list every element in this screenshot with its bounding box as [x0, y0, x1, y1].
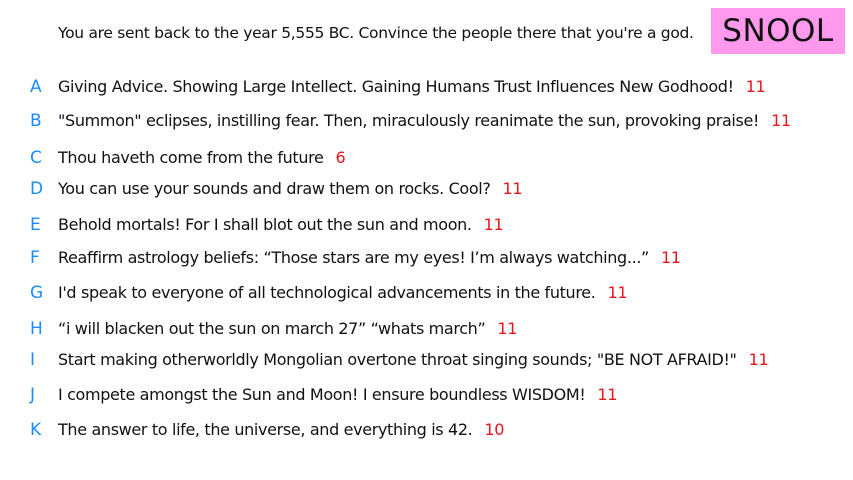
- answer-letter: F: [30, 248, 40, 268]
- answer-text: Behold mortals! For I shall blot out the…: [58, 215, 472, 234]
- prompt-text: You are sent back to the year 5,555 BC. …: [58, 24, 694, 42]
- answer-letter: E: [30, 215, 41, 235]
- answer-text-wrap: I compete amongst the Sun and Moon! I en…: [58, 382, 617, 408]
- answer-text: The answer to life, the universe, and ev…: [58, 420, 473, 439]
- answer-letter: J: [30, 385, 36, 405]
- answer-text-wrap: You can use your sounds and draw them on…: [58, 176, 523, 202]
- answer-text: I'd speak to everyone of all technologic…: [58, 283, 596, 302]
- answer-score: 11: [771, 111, 791, 130]
- answer-letter: H: [30, 319, 43, 339]
- answer-text-wrap: The answer to life, the universe, and ev…: [58, 417, 504, 443]
- answer-text: You can use your sounds and draw them on…: [58, 179, 491, 198]
- answer-letter: I: [30, 350, 36, 370]
- answer-letter: C: [30, 148, 42, 168]
- answer-score: 11: [483, 215, 504, 234]
- answer-letter: G: [30, 283, 44, 303]
- answer-score: 10: [484, 420, 505, 439]
- answer-text-wrap: Start making otherworldly Mongolian over…: [58, 347, 769, 373]
- answer-letter: D: [30, 179, 44, 199]
- answer-score: 11: [597, 385, 618, 404]
- answer-text: Reaffirm astrology beliefs: “Those stars…: [58, 248, 649, 267]
- answer-text-wrap: I'd speak to everyone of all technologic…: [58, 280, 628, 306]
- answer-text-wrap: “i will blacken out the sun on march 27”…: [58, 316, 517, 342]
- answer-score: 11: [661, 248, 681, 267]
- answer-score: 11: [502, 179, 523, 198]
- answer-text: Start making otherworldly Mongolian over…: [58, 350, 737, 369]
- answer-text: “i will blacken out the sun on march 27”…: [58, 319, 486, 338]
- answer-score: 11: [745, 77, 766, 96]
- answer-score: 11: [497, 319, 518, 338]
- answer-text: "Summon" eclipses, instilling fear. Then…: [58, 111, 760, 130]
- answer-letter: A: [30, 77, 42, 97]
- answer-score: 6: [335, 148, 346, 167]
- answer-text-wrap: "Summon" eclipses, instilling fear. Then…: [58, 108, 791, 134]
- answer-text-wrap: Reaffirm astrology beliefs: “Those stars…: [58, 245, 681, 271]
- answer-score: 11: [607, 283, 628, 302]
- answer-text-wrap: Thou haveth come from the future 6: [58, 145, 346, 171]
- answer-letter: K: [30, 420, 42, 440]
- answer-text: I compete amongst the Sun and Moon! I en…: [58, 385, 586, 404]
- snool-logo: SNOOL: [711, 8, 845, 54]
- answer-letter: B: [30, 111, 42, 131]
- answer-text-wrap: Giving Advice. Showing Large Intellect. …: [58, 74, 766, 100]
- snool-logo-text: SNOOL: [722, 13, 834, 49]
- answer-score: 11: [748, 350, 769, 369]
- answer-text: Giving Advice. Showing Large Intellect. …: [58, 77, 734, 96]
- answer-text: Thou haveth come from the future: [58, 148, 324, 167]
- answer-text-wrap: Behold mortals! For I shall blot out the…: [58, 212, 504, 238]
